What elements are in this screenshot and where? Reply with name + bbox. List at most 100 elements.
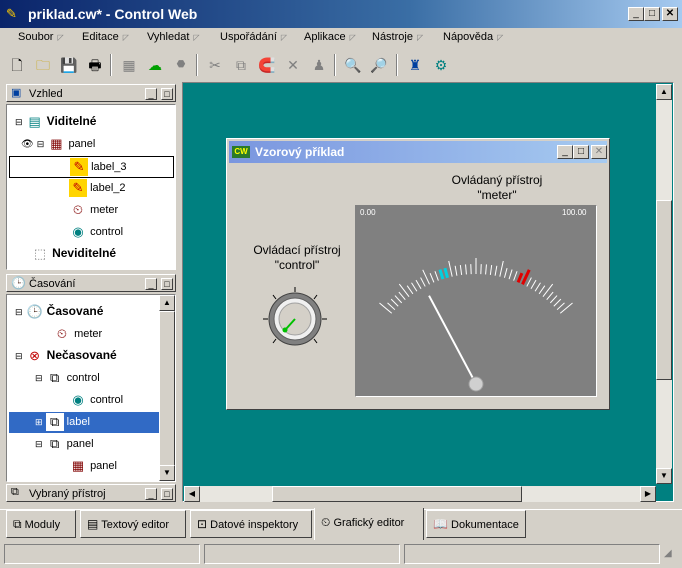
- timing-tree: ⊟ 🕒 Časované ⏲ meter ⊟ ⊗ Nečasované ⊟ ⧉ …: [6, 294, 176, 482]
- meter-tick: [485, 264, 487, 275]
- book-icon: 📖: [433, 517, 448, 531]
- tree-node-meter[interactable]: ⏲ meter: [69, 201, 118, 219]
- menu-napoveda[interactable]: Nápověda ◸: [443, 31, 503, 43]
- status-pane-2: [204, 544, 400, 564]
- view-panel-minimize[interactable]: _: [145, 88, 157, 100]
- collapse-icon[interactable]: ⊟: [35, 373, 43, 383]
- tree-node-label-2[interactable]: ✎ label_2: [69, 179, 126, 197]
- expand-icon[interactable]: ⊞: [35, 417, 43, 427]
- tab-textovy-editor[interactable]: ▤ Textový editor: [80, 510, 186, 538]
- tree-node-panel-group[interactable]: ⊟ ⧉ panel: [35, 435, 94, 453]
- meter-tick: [494, 265, 498, 276]
- menu-usporadani[interactable]: Uspořádání ◸: [220, 31, 287, 43]
- collapse-icon[interactable]: ⊟: [35, 439, 43, 449]
- close-button[interactable]: ✕: [662, 7, 678, 21]
- collapse-icon[interactable]: ⊟: [15, 117, 23, 127]
- menu-aplikace[interactable]: Aplikace ◸: [304, 31, 356, 43]
- tree-node-label-3[interactable]: ✎ label_3: [9, 156, 174, 178]
- panel-icon: ▦: [71, 458, 85, 473]
- tree-node-control-group[interactable]: ⊟ ⧉ control: [35, 369, 100, 387]
- selected-panel-minimize[interactable]: _: [145, 488, 157, 500]
- search-next-icon[interactable]: 🔎: [368, 54, 390, 76]
- tools-icon[interactable]: ⚙: [430, 54, 452, 76]
- open-folder-icon[interactable]: 🗀: [32, 54, 54, 76]
- minimize-button[interactable]: _: [628, 7, 644, 21]
- copy-icon[interactable]: ⧉: [230, 54, 252, 76]
- cut-icon[interactable]: ✂: [204, 54, 226, 76]
- stop-icon[interactable]: ⬣: [170, 54, 192, 76]
- tree-node-control[interactable]: ◉ control: [69, 223, 123, 241]
- meter-tick: [422, 269, 430, 285]
- tab-graficky-editor[interactable]: ⏲ Grafický editor: [314, 508, 424, 540]
- meter-tick: [387, 302, 396, 311]
- menu-vyhledat[interactable]: Vyhledat ◸: [147, 31, 200, 43]
- tab-moduly[interactable]: ⧉ Moduly: [6, 510, 76, 538]
- tree-node-invisible[interactable]: ⬚ Neviditelné: [31, 245, 116, 263]
- resize-grip[interactable]: ◢: [664, 548, 678, 562]
- eye-icon: 👁: [21, 138, 34, 150]
- timing-panel-minimize[interactable]: _: [145, 278, 157, 290]
- menu-soubor[interactable]: Soubor ◸: [18, 31, 64, 43]
- collapse-icon[interactable]: ⊟: [37, 139, 45, 149]
- group-icon: ⧉: [45, 413, 64, 431]
- sample-window-titlebar: CW Vzorový příklad _ □ ✕: [229, 141, 607, 163]
- selected-panel-maximize[interactable]: □: [161, 488, 173, 500]
- maximize-button[interactable]: □: [644, 7, 660, 21]
- paste-icon[interactable]: 🧲: [256, 54, 278, 76]
- menu-editace[interactable]: Editace ◸: [82, 31, 129, 43]
- window-title: priklad.cw* - Control Web: [28, 6, 198, 22]
- meter-tick: [465, 264, 467, 275]
- print-icon[interactable]: 🖶: [84, 54, 106, 76]
- delete-icon[interactable]: ✕: [282, 54, 304, 76]
- tree-node-label-group[interactable]: ⊞ ⧉ label: [9, 412, 159, 433]
- control-knob[interactable]: [259, 283, 331, 355]
- tree-node-timed[interactable]: ⊟ 🕒 Časované: [15, 303, 103, 321]
- label-icon: ✎: [70, 158, 88, 176]
- tree-node-panel[interactable]: ▦ panel: [69, 457, 117, 475]
- tree-node-meter[interactable]: ⏲ meter: [53, 325, 102, 343]
- timing-scroll-thumb[interactable]: [159, 311, 175, 467]
- canvas-vscroll-down[interactable]: ▼: [656, 468, 672, 484]
- canvas-hscroll-right[interactable]: ▶: [640, 486, 656, 502]
- collapse-icon[interactable]: ⊟: [15, 351, 23, 361]
- meter-tick: [546, 291, 554, 301]
- tree-node-untimed[interactable]: ⊟ ⊗ Nečasované: [15, 347, 117, 365]
- wizard-icon[interactable]: ♜: [404, 54, 426, 76]
- control-caption: Ovládací přístroj "control": [253, 243, 341, 272]
- new-file-icon[interactable]: 🗋: [6, 54, 28, 76]
- cw-icon: CW: [232, 146, 250, 158]
- meter-device[interactable]: 0.00 100.00: [355, 205, 597, 397]
- search-icon[interactable]: 🔍: [342, 54, 364, 76]
- sample-minimize-button[interactable]: _: [557, 145, 573, 159]
- tab-dokumentace[interactable]: 📖 Dokumentace: [426, 510, 526, 538]
- menu-nastroje[interactable]: Nástroje ◸: [372, 31, 423, 43]
- compile-icon[interactable]: ▦: [118, 54, 140, 76]
- canvas-vscroll-thumb[interactable]: [656, 200, 672, 380]
- timing-scroll-down[interactable]: ▼: [159, 465, 175, 481]
- view-panel-maximize[interactable]: □: [161, 88, 173, 100]
- panel-icon: ▦: [50, 136, 63, 151]
- tree-node-panel[interactable]: 👁 ⊟ ▦ panel: [21, 135, 95, 153]
- meter-tick: [556, 302, 565, 311]
- tree-node-control[interactable]: ◉ control: [69, 391, 123, 409]
- tab-datove-inspektory[interactable]: ⊡ Datové inspektory: [190, 510, 312, 538]
- meter-tick: [538, 285, 546, 295]
- canvas-vscroll-up[interactable]: ▲: [656, 84, 672, 100]
- app-icon: ✎: [6, 6, 17, 21]
- sample-window[interactable]: CW Vzorový příklad _ □ ✕ Ovládaný přístr…: [226, 138, 610, 410]
- timing-panel-maximize[interactable]: □: [161, 278, 173, 290]
- canvas-hscroll-thumb[interactable]: [272, 486, 522, 502]
- meter-tick: [513, 271, 518, 281]
- group-icon: ⧉: [49, 436, 60, 451]
- run-icon[interactable]: ☁: [144, 54, 166, 76]
- selected-device-icon: ⧉: [11, 486, 19, 498]
- tree-node-visible[interactable]: ⊟ ▤ Viditelné: [15, 113, 96, 131]
- save-icon[interactable]: 💾: [58, 54, 80, 76]
- stamp-icon[interactable]: ♟: [308, 54, 330, 76]
- sample-maximize-button[interactable]: □: [573, 145, 589, 159]
- collapse-icon[interactable]: ⊟: [15, 307, 23, 317]
- timing-scroll-up[interactable]: ▲: [159, 295, 175, 311]
- sample-close-button[interactable]: ✕: [591, 145, 607, 159]
- meter-tick: [516, 272, 524, 283]
- canvas-hscroll-left[interactable]: ◀: [184, 486, 200, 502]
